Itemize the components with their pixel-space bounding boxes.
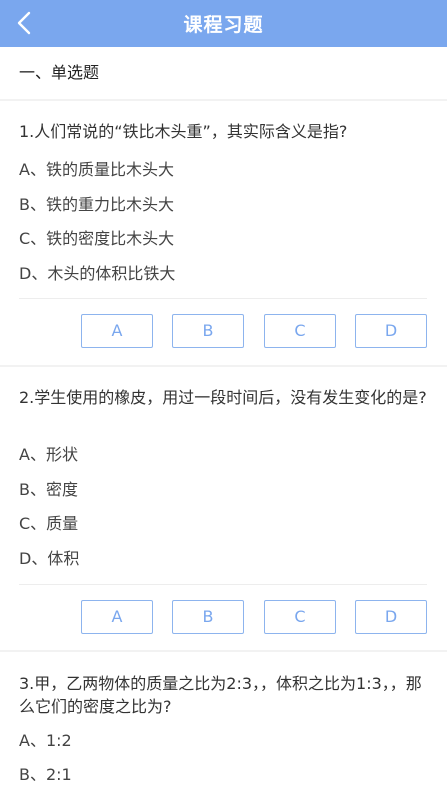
option-a[interactable]: A、1:2 <box>19 730 72 752</box>
answer-a-button[interactable]: A <box>81 314 153 348</box>
back-button[interactable] <box>14 10 38 36</box>
divider <box>19 298 427 299</box>
option-a[interactable]: A、铁的质量比木头大 <box>19 159 174 181</box>
option-b[interactable]: B、密度 <box>19 479 78 501</box>
option-a[interactable]: A、形状 <box>19 444 78 466</box>
answer-a-button[interactable]: A <box>81 600 153 634</box>
header-bar: 课程习题 <box>0 0 447 47</box>
divider <box>19 584 427 585</box>
chevron-left-icon <box>17 11 31 35</box>
answer-b-button[interactable]: B <box>172 600 244 634</box>
answer-c-button[interactable]: C <box>264 600 336 634</box>
section-title: 一、单选题 <box>0 47 447 99</box>
answer-b-button[interactable]: B <box>172 314 244 348</box>
question-card-2: 2.学生使用的橡皮，用过一段时间后，没有发生变化的是? A、形状 B、密度 C、… <box>0 367 447 650</box>
option-b[interactable]: B、2:1 <box>19 764 72 786</box>
answer-d-button[interactable]: D <box>355 600 427 634</box>
option-c[interactable]: C、铁的密度比木头大 <box>19 228 174 250</box>
option-b[interactable]: B、铁的重力比木头大 <box>19 194 174 216</box>
option-c[interactable]: C、质量 <box>19 513 78 535</box>
answer-d-button[interactable]: D <box>355 314 427 348</box>
question-text: 2.学生使用的橡皮，用过一段时间后，没有发生变化的是? <box>19 388 427 407</box>
question-card-3: 3.甲，乙两物体的质量之比为2:3，，体积之比为1:3，，那么它们的密度之比为?… <box>0 652 447 793</box>
question-text: 1.人们常说的“铁比木头重”，其实际含义是指? <box>19 122 348 141</box>
page-title: 课程习题 <box>183 14 264 36</box>
option-d[interactable]: D、木头的体积比铁大 <box>19 263 175 285</box>
answer-c-button[interactable]: C <box>264 314 336 348</box>
option-d[interactable]: D、体积 <box>19 548 79 570</box>
question-card-1: 1.人们常说的“铁比木头重”，其实际含义是指? A、铁的质量比木头大 B、铁的重… <box>0 101 447 365</box>
question-text: 3.甲，乙两物体的质量之比为2:3，，体积之比为1:3，，那么它们的密度之比为? <box>19 674 422 716</box>
